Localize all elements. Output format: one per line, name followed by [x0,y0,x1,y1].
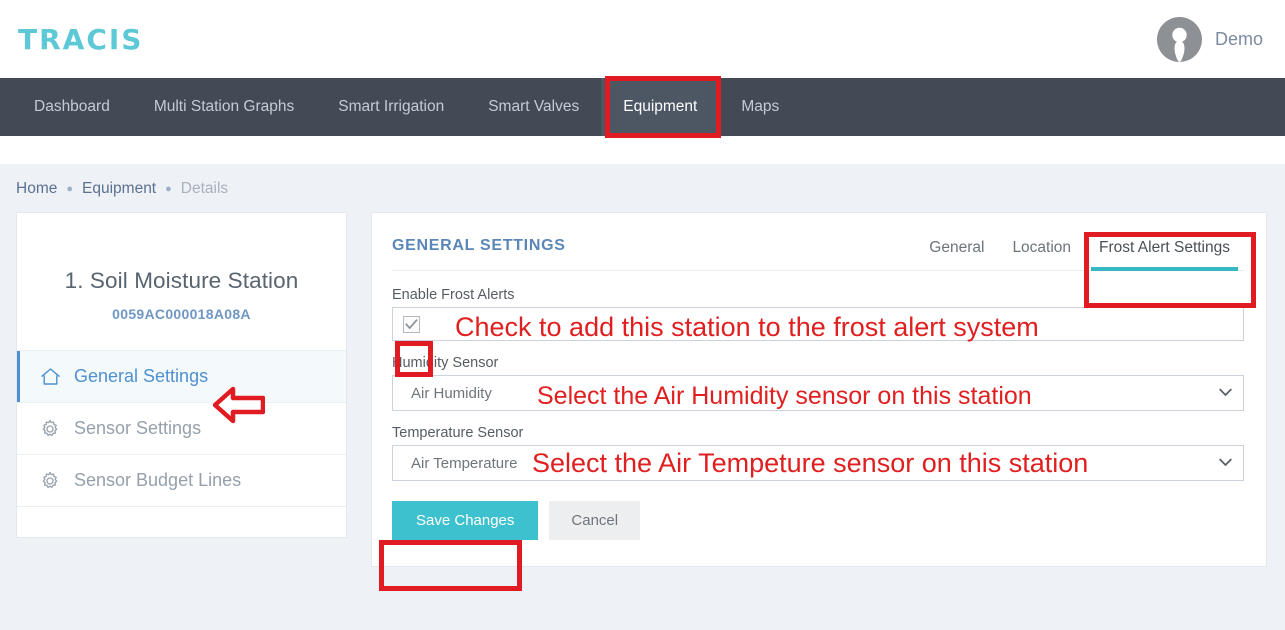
sidebar-item-label: General Settings [74,366,209,386]
checkbox-wrapper[interactable] [393,315,429,333]
frost-alert-form: Enable Frost Alerts Check to add this st… [392,271,1244,540]
annotation-humidity-note: Select the Air Humidity sensor on this s… [537,382,1032,410]
chevron-down-icon [1219,454,1232,472]
home-icon [39,367,61,386]
sidebar-item-sensor-settings[interactable]: Sensor Settings [17,402,346,454]
chevron-down-icon [1219,384,1232,402]
check-icon [404,318,417,329]
sidebar-item-sensor-budget-lines[interactable]: Sensor Budget Lines [17,454,346,506]
field-humidity-sensor: Humidity Sensor Air Humidity Select the … [392,355,1244,411]
gear-icon [39,471,61,491]
app-logo[interactable]: TRACIS [18,23,143,56]
nav-item-dashboard[interactable]: Dashboard [12,78,132,136]
breadcrumb-separator: ● [165,182,172,195]
breadcrumb-item-home[interactable]: Home [16,180,57,198]
sidebar-menu-footer [17,506,346,537]
save-changes-button[interactable]: Save Changes [392,501,539,540]
breadcrumb-item-equipment[interactable]: Equipment [82,180,156,198]
page-content: 1. Soil Moisture Station 0059AC000018A08… [0,212,1285,567]
frost-alert-checkbox-row[interactable]: Check to add this station to the frost a… [392,307,1244,342]
field-temperature-sensor: Temperature Sensor Air Temperature Selec… [392,425,1244,481]
field-enable-frost-alerts: Enable Frost Alerts Check to add this st… [392,287,1244,342]
page-title: 1. Soil Moisture Station [64,268,299,293]
cancel-button[interactable]: Cancel [549,501,641,540]
top-bar: TRACIS Demo [0,0,1285,78]
nav-item-multi-station-graphs[interactable]: Multi Station Graphs [132,78,316,136]
header-spacer [0,136,1285,164]
sidebar-item-general-settings[interactable]: General Settings [17,350,346,402]
station-serial: 0059AC000018A08A [112,306,251,322]
tab-frost-alert-settings[interactable]: Frost Alert Settings [1085,235,1244,271]
nav-item-equipment[interactable]: Equipment [601,78,720,136]
sidebar-item-label: Sensor Budget Lines [74,470,242,490]
sidebar-item-label: Sensor Settings [74,418,202,438]
annotation-checkbox-note: Check to add this station to the frost a… [455,312,1039,342]
annotation-temperature-note: Select the Air Tempeture sensor on this … [532,448,1089,478]
avatar [1156,16,1202,62]
sidebar-menu: General Settings Sensor Settings Sensor … [17,344,346,537]
field-label: Temperature Sensor [392,425,524,441]
station-sidebar: 1. Soil Moisture Station 0059AC000018A08… [16,212,347,538]
breadcrumb: Home ● Equipment ● Details [0,164,1285,212]
tab-location[interactable]: Location [998,235,1085,270]
station-header: 1. Soil Moisture Station 0059AC000018A08… [17,213,346,344]
form-actions: Save Changes Cancel [392,495,1244,540]
humidity-sensor-value: Air Humidity [411,384,492,402]
settings-tabs: General Location Frost Alert Settings [915,235,1244,271]
panel-header: GENERAL SETTINGS General Location Frost … [392,235,1244,271]
panel-title: GENERAL SETTINGS [392,237,566,254]
humidity-sensor-select[interactable]: Air Humidity Select the Air Humidity sen… [392,375,1244,411]
field-label: Humidity Sensor [392,355,499,371]
breadcrumb-separator: ● [66,182,74,195]
field-label: Enable Frost Alerts [392,287,515,303]
user-name-label: Demo [1214,28,1263,49]
main-navigation: Dashboard Multi Station Graphs Smart Irr… [0,78,1285,136]
breadcrumb-item-details: Details [180,180,229,197]
enable-frost-alerts-checkbox[interactable] [402,315,420,333]
nav-item-maps[interactable]: Maps [719,78,801,136]
nav-item-smart-valves[interactable]: Smart Valves [466,78,601,136]
settings-panel: GENERAL SETTINGS General Location Frost … [371,212,1267,567]
gear-icon [39,419,61,439]
temperature-sensor-select[interactable]: Air Temperature Select the Air Tempeture… [392,445,1244,481]
tab-general[interactable]: General [915,235,998,270]
temperature-sensor-value: Air Temperature [411,454,518,472]
user-menu[interactable]: Demo [1156,16,1263,62]
nav-item-smart-irrigation[interactable]: Smart Irrigation [316,78,466,136]
